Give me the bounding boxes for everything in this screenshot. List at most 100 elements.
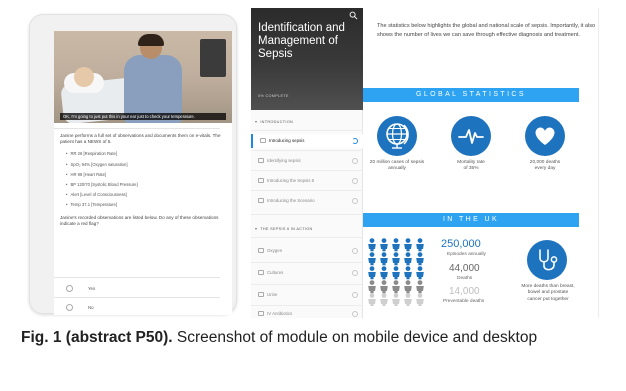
question-text: Janine's recorded observations are liste…: [60, 214, 219, 226]
scenario-video[interactable]: OK, I'm going to just put this in your e…: [54, 31, 232, 123]
observation-item: BP 120/70 [Systolic Blood Pressure]: [66, 180, 226, 190]
tablet-device: OK, I'm going to just put this in your e…: [29, 14, 237, 315]
sidebar-item-label: Introducing sepsis: [269, 138, 305, 143]
observation-item: RR 26 [Respiration Rate]: [66, 149, 226, 159]
divider: [251, 150, 363, 151]
option-label: No: [88, 305, 94, 310]
progress-ring-icon: [352, 198, 358, 204]
divider: [54, 128, 220, 129]
lesson-icon: [258, 311, 264, 316]
observation-item: Temp 37.1 [Temperature]: [66, 200, 226, 210]
radio-button[interactable]: [66, 304, 73, 311]
chevron-down-icon: ▾: [255, 119, 258, 124]
progress-ring-icon: [352, 178, 358, 184]
lesson-icon: [258, 248, 264, 253]
option-label: Yes: [88, 286, 96, 291]
chevron-down-icon: ▾: [255, 226, 258, 231]
observation-item: HR 98 [Heart Rate]: [66, 170, 226, 180]
divider: [54, 297, 220, 298]
divider: [251, 214, 363, 215]
patient-graphic: [74, 67, 94, 87]
figure-label: Fig. 1 (abstract P50).: [21, 329, 173, 346]
scenario-text: Janine performs a full set of observatio…: [60, 133, 221, 145]
figure: OK, I'm going to just put this in your e…: [0, 0, 626, 391]
global-stat-deaths: 20,000 deaths every day: [514, 160, 576, 173]
lesson-icon: [258, 178, 264, 183]
uk-deaths-value: 44,000: [449, 263, 480, 274]
section-heading-sepsis-6-in-action[interactable]: ▾ THE SEPSIS 6 IN ACTION: [255, 226, 313, 231]
option-yes[interactable]: Yes: [66, 282, 216, 296]
stethoscope-icon: [527, 240, 567, 280]
sidebar-item-label: Cultures: [267, 270, 284, 275]
stat-line: of 35%: [463, 166, 479, 172]
sidebar-item-cultures[interactable]: Cultures: [251, 266, 363, 280]
global-statistics-banner: GLOBAL STATISTICS: [363, 88, 579, 102]
divider: [54, 277, 220, 278]
divider: [251, 237, 363, 238]
uk-deaths-label: Deaths: [457, 276, 473, 281]
pulse-icon: [451, 116, 491, 156]
sidebar-item-oxygen[interactable]: Oxygen: [251, 244, 363, 258]
progress-ring-icon: [352, 248, 358, 254]
lesson-icon: [258, 292, 264, 297]
progress-ring-icon: [352, 158, 358, 164]
progress-ring-icon: [352, 292, 358, 298]
figure-caption: Fig. 1 (abstract P50). Screenshot of mod…: [21, 328, 611, 348]
observation-item: Alert [Level of Consciousness]: [66, 190, 226, 200]
sidebar-item-identifying-sepsis[interactable]: Identifying sepsis: [251, 154, 363, 168]
sidebar-item-label: Urine: [267, 292, 278, 297]
option-no[interactable]: No: [66, 301, 216, 315]
lesson-icon: [258, 158, 264, 163]
uk-preventable-label: Preventable deaths: [443, 299, 485, 304]
uk-banner: IN THE UK: [363, 213, 579, 227]
lesson-icon: [260, 138, 266, 143]
lesson-icon: [258, 198, 264, 203]
sidebar-item-label: IV Antibiotics: [267, 311, 293, 316]
progress-ring-icon: [352, 138, 358, 144]
radio-button[interactable]: [66, 285, 73, 292]
divider: [251, 305, 363, 306]
scenario-body: Janine performs a full set of observatio…: [60, 133, 226, 231]
stat-line: every day: [534, 166, 556, 172]
progress-ring-icon: [352, 270, 358, 276]
nurse-hair-graphic: [138, 34, 164, 46]
global-stat-mortality: Mortality rate of 35%: [440, 160, 502, 173]
sidebar-header: Identification and Management of Sepsis …: [251, 8, 363, 110]
section-heading-introduction[interactable]: ▾ INTRODUCTION: [255, 119, 293, 124]
sidebar-item-iv-antibiotics[interactable]: IV Antibiotics: [251, 307, 363, 318]
observation-list: RR 26 [Respiration Rate] SpO₂ 94% [Oxyge…: [66, 149, 226, 210]
lesson-content: The statistics below highlights the glob…: [363, 8, 607, 318]
figure-caption-text: Screenshot of module on mobile device an…: [176, 329, 538, 346]
progress-text: 0% COMPLETE: [258, 94, 289, 98]
uk-episodes-label: Episodes annually: [447, 252, 486, 257]
uk-preventable-value: 14,000: [449, 286, 480, 297]
sidebar-item-introducing-sepsis[interactable]: Introducing sepsis: [251, 134, 363, 148]
heart-icon: [525, 116, 565, 156]
stat-line: annually: [388, 166, 406, 172]
search-icon[interactable]: [349, 11, 358, 20]
sidebar-item-label: Introducing the Sepsis 6: [267, 178, 315, 183]
lesson-icon: [258, 270, 264, 275]
tablet-screen: OK, I'm going to just put this in your e…: [54, 31, 232, 315]
uk-episodes-value: 250,000: [441, 238, 481, 250]
divider: [251, 130, 363, 131]
sidebar-item-label: Introducing the Scenario: [267, 198, 315, 203]
observation-item: SpO₂ 94% [Oxygen saturation]: [66, 160, 226, 170]
video-caption: OK, I'm going to just put this in your e…: [60, 113, 226, 120]
sidebar-item-sepsis-6[interactable]: Introducing the Sepsis 6: [251, 174, 363, 188]
section-heading-label: INTRODUCTION: [260, 120, 294, 124]
scrollbar-track[interactable]: [598, 8, 599, 318]
population-icon: [368, 238, 424, 306]
section-heading-label: THE SEPSIS 6 IN ACTION: [260, 227, 313, 231]
uk-stat-cancer: More deaths than breast, bowel and prost…: [514, 284, 582, 303]
monitor-graphic: [200, 39, 226, 77]
globe-icon: [377, 116, 417, 156]
divider: [251, 262, 363, 263]
sidebar-item-label: Oxygen: [267, 248, 283, 253]
divider: [251, 190, 363, 191]
sidebar-item-urine[interactable]: Urine: [251, 288, 363, 302]
sidebar-item-scenario[interactable]: Introducing the Scenario: [251, 194, 363, 208]
intro-text: The statistics below highlights the glob…: [377, 23, 596, 38]
divider: [251, 170, 363, 171]
stat-line: cancer put together: [527, 296, 569, 302]
